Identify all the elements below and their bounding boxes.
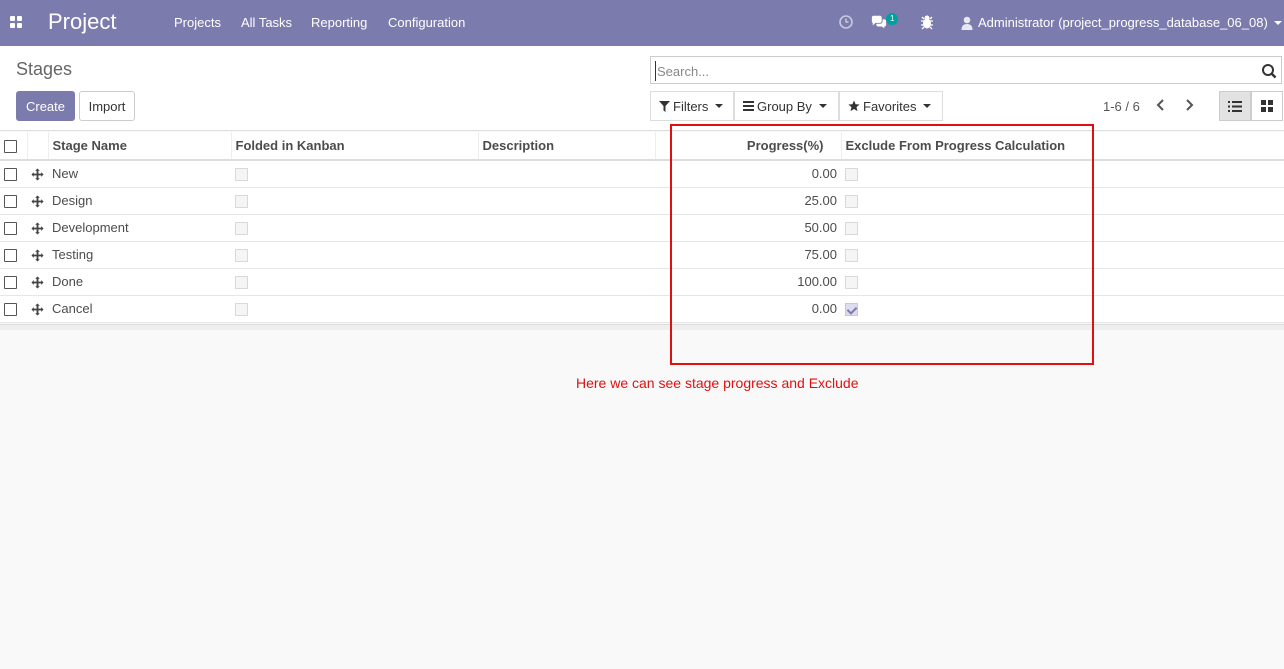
row-handle-cell[interactable] (27, 241, 48, 269)
filters-dropdown[interactable]: Filters (650, 91, 734, 121)
user-name: Administrator (project_progress_database… (978, 15, 1268, 30)
row-select-cell[interactable] (0, 241, 27, 269)
row-select-cell[interactable] (0, 268, 27, 296)
search-input[interactable] (655, 61, 1245, 81)
chat-icon[interactable] (871, 13, 887, 31)
menu-configuration[interactable]: Configuration (388, 15, 465, 30)
row-handle-cell[interactable] (27, 295, 48, 323)
drag-handle-icon[interactable] (31, 195, 44, 208)
row-checkbox[interactable] (4, 276, 17, 290)
chevron-right-icon[interactable] (1183, 97, 1195, 113)
stage-name-cell[interactable]: Testing (48, 241, 231, 269)
apps-icon[interactable] (10, 16, 22, 28)
folded-checkbox[interactable] (235, 195, 248, 209)
description-cell[interactable] (478, 214, 655, 242)
row-select-cell[interactable] (0, 295, 27, 323)
drag-handle-icon[interactable] (31, 168, 44, 181)
description-cell[interactable] (478, 268, 655, 296)
chevron-down-icon (715, 104, 724, 108)
folded-cell[interactable] (231, 214, 478, 242)
kanban-view-button[interactable] (1251, 91, 1283, 121)
stage-name-cell[interactable]: Development (48, 214, 231, 242)
list-bars-icon (743, 101, 754, 111)
user-menu[interactable]: Administrator (project_progress_database… (961, 15, 1282, 30)
drag-handle-icon[interactable] (31, 303, 44, 316)
row-checkbox[interactable] (4, 249, 17, 263)
folded-cell[interactable] (231, 187, 478, 215)
kanban-view-icon (1261, 100, 1273, 112)
pager-value[interactable]: 1-6 / 6 (1103, 99, 1140, 114)
control-panel: Stages Create Import Filters Group By Fa… (0, 46, 1284, 131)
menu-all-tasks[interactable]: All Tasks (241, 15, 292, 30)
filter-icon (659, 100, 670, 112)
drag-handle-icon[interactable] (31, 222, 44, 235)
handle-header (27, 132, 49, 161)
column-header-description[interactable]: Description (478, 132, 656, 161)
folded-checkbox[interactable] (235, 222, 248, 236)
stage-name-cell[interactable]: Design (48, 187, 231, 215)
user-icon (961, 16, 973, 30)
filters-label: Filters (673, 98, 709, 114)
page-title: Stages (16, 59, 73, 79)
list-view-icon (1228, 100, 1242, 112)
chevron-down-icon (1273, 20, 1282, 25)
folded-checkbox[interactable] (235, 249, 248, 263)
create-button[interactable]: Create (16, 91, 75, 121)
column-header-folded[interactable]: Folded in Kanban (231, 132, 479, 161)
chevron-down-icon (923, 104, 932, 108)
chevron-down-icon (818, 104, 827, 108)
drag-handle-icon[interactable] (31, 249, 44, 262)
select-all-checkbox-cell[interactable] (0, 132, 28, 161)
clock-icon[interactable] (838, 13, 854, 31)
menu-reporting[interactable]: Reporting (311, 15, 367, 30)
annotation-text: Here we can see stage progress and Exclu… (576, 375, 859, 391)
row-checkbox[interactable] (4, 222, 17, 236)
chat-count-badge: 1 (886, 13, 899, 25)
stage-name-cell[interactable]: Done (48, 268, 231, 296)
highlight-box (670, 124, 1094, 365)
stage-name-cell[interactable]: Cancel (48, 295, 231, 323)
description-cell[interactable] (478, 160, 655, 188)
chevron-left-icon[interactable] (1155, 97, 1167, 113)
column-header-stage-name[interactable]: Stage Name (48, 132, 232, 161)
search-icon[interactable] (1261, 63, 1277, 79)
row-checkbox[interactable] (4, 168, 17, 182)
row-handle-cell[interactable] (27, 187, 48, 215)
favorites-label: Favorites (863, 98, 917, 114)
row-handle-cell[interactable] (27, 214, 48, 242)
row-handle-cell[interactable] (27, 268, 48, 296)
select-all-checkbox[interactable] (4, 140, 17, 154)
row-select-cell[interactable] (0, 187, 27, 215)
row-handle-cell[interactable] (27, 160, 48, 188)
top-navbar: Project Projects All Tasks Reporting Con… (0, 0, 1284, 46)
group-by-dropdown[interactable]: Group By (734, 91, 839, 121)
stage-name-cell[interactable]: New (48, 160, 231, 188)
row-checkbox[interactable] (4, 303, 17, 317)
search-box (650, 56, 1282, 84)
app-brand[interactable]: Project (48, 9, 116, 35)
folded-checkbox[interactable] (235, 168, 248, 182)
description-cell[interactable] (478, 295, 655, 323)
star-icon (848, 100, 860, 112)
folded-cell[interactable] (231, 160, 478, 188)
row-select-cell[interactable] (0, 214, 27, 242)
drag-handle-icon[interactable] (31, 276, 44, 289)
folded-cell[interactable] (231, 241, 478, 269)
favorites-dropdown[interactable]: Favorites (839, 91, 943, 121)
menu-projects[interactable]: Projects (174, 15, 221, 30)
folded-checkbox[interactable] (235, 303, 248, 317)
folded-cell[interactable] (231, 268, 478, 296)
group-by-label: Group By (757, 98, 812, 114)
list-view-button[interactable] (1219, 91, 1251, 121)
description-cell[interactable] (478, 241, 655, 269)
row-select-cell[interactable] (0, 160, 27, 188)
row-checkbox[interactable] (4, 195, 17, 209)
description-cell[interactable] (478, 187, 655, 215)
folded-checkbox[interactable] (235, 276, 248, 290)
bug-icon[interactable] (919, 13, 935, 31)
import-button[interactable]: Import (79, 91, 135, 121)
folded-cell[interactable] (231, 295, 478, 323)
